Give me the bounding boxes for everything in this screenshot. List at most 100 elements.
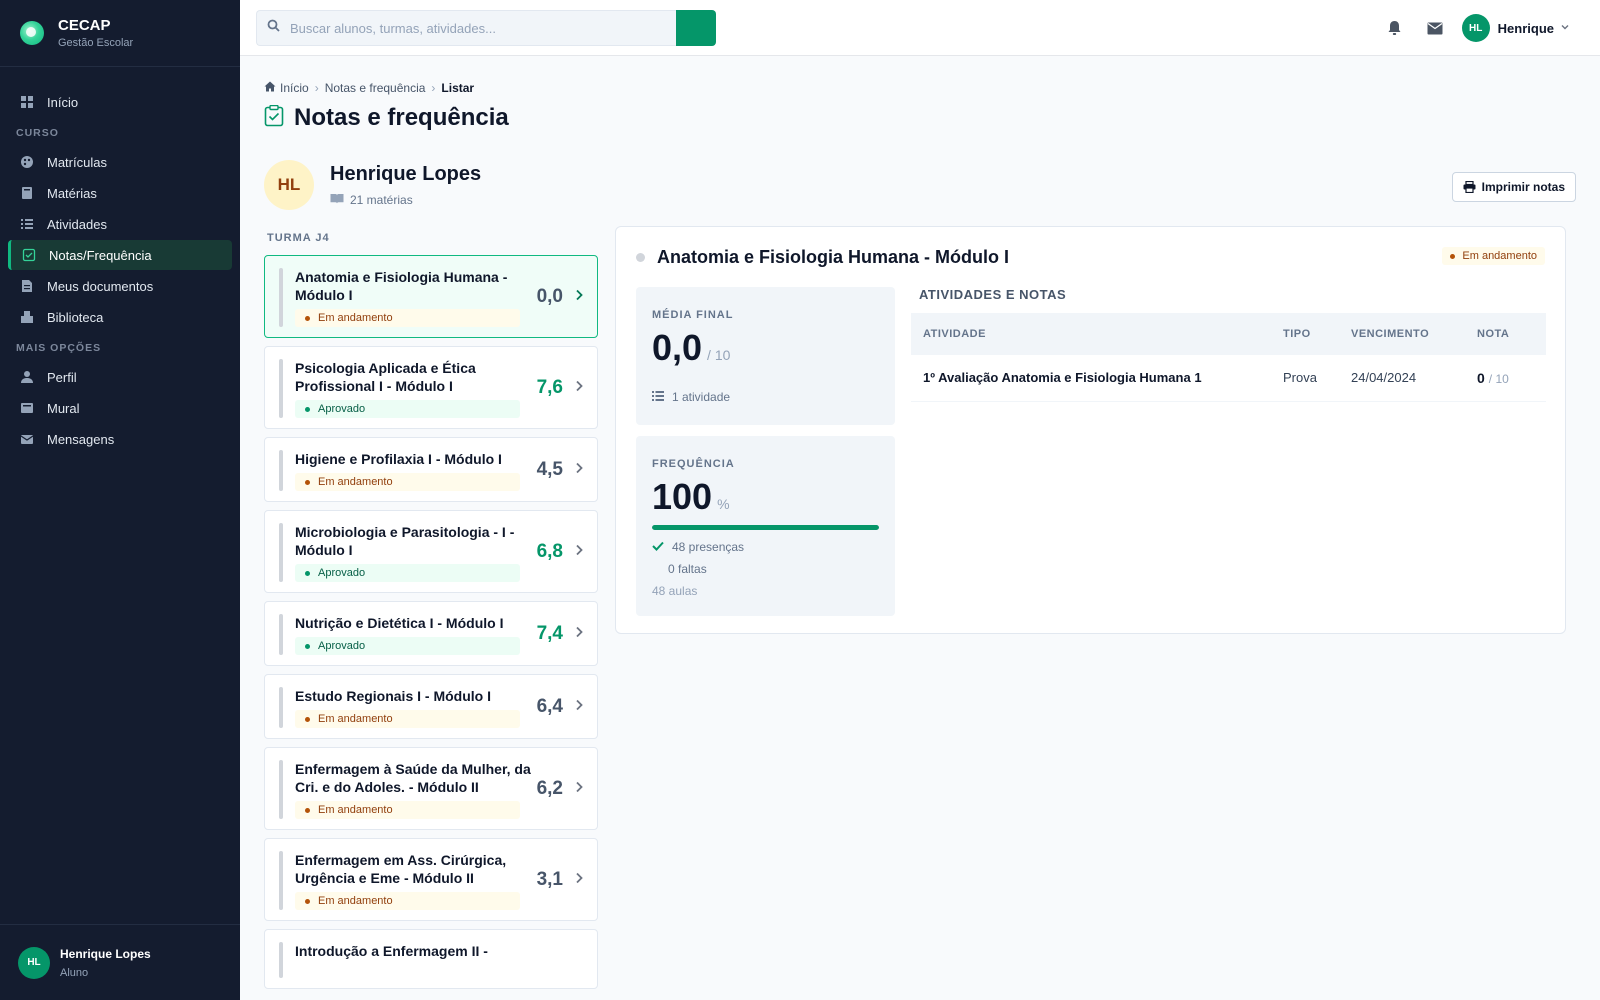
student-header: HL Henrique Lopes 21 matérias xyxy=(264,160,481,210)
brand[interactable]: CECAP Gestão Escolar xyxy=(0,0,240,67)
status-dot-icon xyxy=(636,253,645,262)
check-icon xyxy=(652,540,664,554)
envelope-icon xyxy=(20,432,34,446)
sidebar-item-matriculas[interactable]: Matrículas xyxy=(8,147,232,177)
sidebar-item-biblioteca[interactable]: Biblioteca xyxy=(8,302,232,332)
subject-grade: 6,2 xyxy=(536,777,563,799)
status-badge: Aprovado xyxy=(295,564,520,582)
frequency-unit: % xyxy=(717,496,730,512)
main-content: Início › Notas e frequência › Listar Not… xyxy=(240,56,1600,1000)
sidebar-item-materias[interactable]: Matérias xyxy=(8,178,232,208)
sidebar-item-inicio[interactable]: Início xyxy=(8,87,232,117)
search-button[interactable] xyxy=(676,10,716,46)
sidebar-item-mural[interactable]: Mural xyxy=(8,393,232,423)
subject-grade: 7,6 xyxy=(536,376,563,398)
sidebar-item-label: Atividades xyxy=(47,216,107,232)
topbar-user-menu[interactable]: HL Henrique xyxy=(1461,14,1570,42)
subject-item[interactable]: Introdução a Enfermagem II - xyxy=(264,929,598,989)
breadcrumb-current: Listar xyxy=(441,81,475,95)
chevron-right-icon xyxy=(575,461,583,479)
status-badge: Em andamento xyxy=(295,309,520,327)
subject-item[interactable]: Enfermagem em Ass. Cirúrgica, Urgência e… xyxy=(264,838,598,921)
chevron-right-icon xyxy=(575,698,583,716)
subject-item[interactable]: Microbiologia e Parasitologia - I - Módu… xyxy=(264,510,598,593)
sidebar-item-atividades[interactable]: Atividades xyxy=(8,209,232,239)
subject-name: Anatomia e Fisiologia Humana - Módulo I xyxy=(295,269,508,303)
student-name: Henrique Lopes xyxy=(330,163,482,185)
column-header: ATIVIDADE xyxy=(923,328,986,340)
column-header: VENCIMENTO xyxy=(1351,328,1430,340)
open-book-icon xyxy=(330,193,344,207)
subject-name: Enfermagem em Ass. Cirúrgica, Urgência e… xyxy=(295,852,507,886)
sidebar-item-notas-frequencia[interactable]: Notas/Frequência xyxy=(8,240,232,270)
sidebar-item-label: Início xyxy=(47,94,79,110)
chevron-right-icon xyxy=(575,288,583,306)
envelope-icon[interactable] xyxy=(1426,19,1444,37)
subject-list: Anatomia e Fisiologia Humana - Módulo I … xyxy=(264,255,598,1000)
subject-name: Enfermagem à Saúde da Mulher, da Cri. e … xyxy=(295,761,531,795)
subject-name: Nutrição e Dietética I - Módulo I xyxy=(295,615,504,631)
absences: 0 faltas xyxy=(660,562,707,576)
chevron-right-icon xyxy=(575,379,583,397)
sidebar: CECAP Gestão Escolar Início CURSO Matríc… xyxy=(0,0,240,1000)
final-average-label: MÉDIA FINAL xyxy=(652,309,734,321)
detail-title: Anatomia e Fisiologia Humana - Módulo I xyxy=(657,247,1010,267)
column-header: TIPO xyxy=(1283,328,1311,340)
avatar: HL xyxy=(1461,14,1490,42)
activities-count: 1 atividade xyxy=(652,390,730,404)
frequency-progress-fill xyxy=(652,525,879,530)
frequency-value: 100 xyxy=(652,476,713,517)
table-row[interactable]: 1º Avaliação Anatomia e Fisiologia Human… xyxy=(911,355,1546,402)
absences-text: 0 faltas xyxy=(668,562,707,576)
subject-item[interactable]: Enfermagem à Saúde da Mulher, da Cri. e … xyxy=(264,747,598,830)
subject-grade: 6,4 xyxy=(536,695,563,717)
chevron-right-icon xyxy=(575,871,583,889)
breadcrumb-section[interactable]: Notas e frequência xyxy=(325,81,426,95)
list-icon xyxy=(652,390,664,404)
presences: 48 presenças xyxy=(652,540,744,554)
sidebar-item-label: Mensagens xyxy=(47,431,115,447)
breadcrumb-separator-icon: › xyxy=(431,81,436,95)
avatar: HL xyxy=(18,946,50,979)
sidebar-user[interactable]: HL Henrique Lopes Aluno xyxy=(0,924,240,1000)
student-subjects-count: 21 matérias xyxy=(330,193,481,207)
frequency-progress-bar xyxy=(652,525,879,530)
board-icon xyxy=(20,401,34,415)
status-badge: Aprovado xyxy=(295,400,520,418)
avatar: HL xyxy=(264,160,314,210)
search-box[interactable] xyxy=(256,10,676,46)
library-icon xyxy=(20,310,34,324)
sidebar-item-mensagens[interactable]: Mensagens xyxy=(8,424,232,454)
subject-grade: 6,8 xyxy=(536,540,563,562)
sidebar-user-role: Aluno xyxy=(60,966,89,979)
book-icon xyxy=(20,186,34,200)
activity-type: Prova xyxy=(1271,355,1339,402)
subject-item[interactable]: Estudo Regionais I - Módulo I Em andamen… xyxy=(264,674,598,739)
checklist-icon xyxy=(264,104,284,132)
subject-name: Higiene e Profilaxia I - Módulo I xyxy=(295,451,502,467)
search-bar xyxy=(256,10,716,46)
nav-section-curso: CURSO xyxy=(16,127,59,139)
page-title-text: Notas e frequência xyxy=(294,104,509,131)
status-badge: Em andamento xyxy=(295,892,520,910)
subjects-count-text: 21 matérias xyxy=(350,193,413,207)
breadcrumb-home[interactable]: Início xyxy=(280,81,309,95)
status-badge: Em andamento xyxy=(295,710,520,728)
final-average-value: 0,0 xyxy=(652,327,703,368)
grid-icon xyxy=(20,95,34,109)
subject-name: Psicologia Aplicada e Ética Profissional… xyxy=(295,360,476,394)
subject-item[interactable]: Nutrição e Dietética I - Módulo I Aprova… xyxy=(264,601,598,666)
sidebar-item-label: Matérias xyxy=(47,185,97,201)
subject-item[interactable]: Anatomia e Fisiologia Humana - Módulo I … xyxy=(264,255,598,338)
list-icon xyxy=(20,217,34,231)
subject-item[interactable]: Psicologia Aplicada e Ética Profissional… xyxy=(264,346,598,429)
final-average-card: MÉDIA FINAL 0,0 / 10 1 atividade xyxy=(636,287,895,425)
subject-item[interactable]: Higiene e Profilaxia I - Módulo I Em and… xyxy=(264,437,598,502)
print-grades-button[interactable]: Imprimir notas xyxy=(1451,172,1576,202)
bell-icon[interactable] xyxy=(1386,19,1404,37)
sidebar-item-meus-documentos[interactable]: Meus documentos xyxy=(8,271,232,301)
search-input[interactable] xyxy=(290,20,650,36)
sidebar-item-perfil[interactable]: Perfil xyxy=(8,362,232,392)
user-icon xyxy=(20,370,34,384)
page-title: Notas e frequência xyxy=(264,104,509,132)
